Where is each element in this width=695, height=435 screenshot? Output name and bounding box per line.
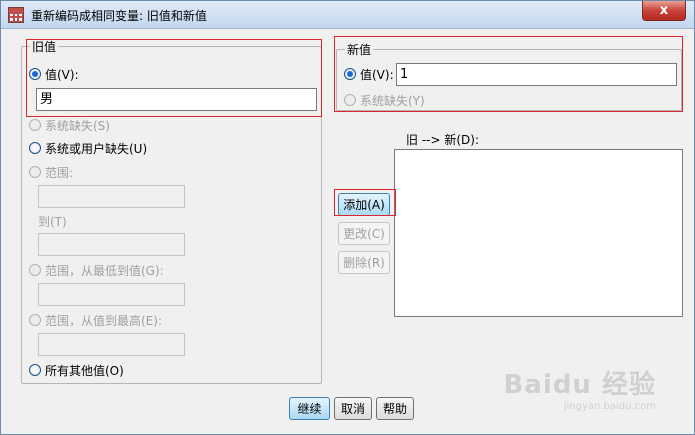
old-system-missing-label: 系统缺失(S) xyxy=(45,118,110,133)
range-from-input[interactable] xyxy=(38,185,185,208)
watermark-url: jingyan.baidu.com xyxy=(563,401,656,412)
range-radio[interactable]: 范围: xyxy=(29,163,73,181)
cancel-button[interactable]: 取消 xyxy=(334,397,372,420)
continue-button[interactable]: 继续 xyxy=(289,397,330,420)
watermark-text: Baidu 经验 xyxy=(503,370,656,400)
radio-button[interactable] xyxy=(29,119,41,131)
help-button[interactable]: 帮助 xyxy=(376,397,414,420)
mapping-list-label: 旧 --> 新(D): xyxy=(406,133,479,147)
old-new-mapping-list[interactable] xyxy=(394,149,683,317)
recode-dialog: 重新编码成相同变量: 旧值和新值 x 旧值 值(V): 男 系统缺失(S) 系统… xyxy=(0,0,695,435)
remove-button[interactable]: 删除(R) xyxy=(338,251,390,274)
all-other-values-radio[interactable]: 所有其他值(O) xyxy=(29,361,124,379)
old-value-highlight xyxy=(26,39,322,117)
baidu-watermark: Baidu 经验 jingyan.baidu.com xyxy=(504,364,656,412)
system-or-user-missing-label: 系统或用户缺失(U) xyxy=(45,141,148,156)
range-lowest-radio[interactable]: 范围，从最低到值(G): xyxy=(29,261,164,279)
range-lowest-label: 范围，从最低到值(G): xyxy=(45,263,164,278)
range-to-label: 到(T) xyxy=(38,215,67,229)
radio-button[interactable] xyxy=(29,364,41,376)
window-title: 重新编码成相同变量: 旧值和新值 xyxy=(31,9,207,23)
radio-button[interactable] xyxy=(29,264,41,276)
range-highest-radio[interactable]: 范围，从值到最高(E): xyxy=(29,311,162,329)
new-value-highlight xyxy=(334,36,683,112)
range-label: 范围: xyxy=(45,165,74,180)
old-system-missing-radio[interactable]: 系统缺失(S) xyxy=(29,116,110,134)
title-bar[interactable]: 重新编码成相同变量: 旧值和新值 x xyxy=(1,1,694,29)
change-button[interactable]: 更改(C) xyxy=(338,222,390,245)
radio-button[interactable] xyxy=(29,314,41,326)
all-other-values-label: 所有其他值(O) xyxy=(45,363,124,378)
range-lowest-input[interactable] xyxy=(38,283,185,306)
spss-table-icon xyxy=(8,7,24,23)
add-button-highlight xyxy=(334,189,396,216)
range-highest-label: 范围，从值到最高(E): xyxy=(45,313,162,328)
range-highest-input[interactable] xyxy=(38,333,185,356)
radio-button[interactable] xyxy=(29,142,41,154)
radio-button[interactable] xyxy=(29,166,41,178)
system-or-user-missing-radio[interactable]: 系统或用户缺失(U) xyxy=(29,139,147,157)
range-to-input[interactable] xyxy=(38,233,185,256)
close-button[interactable]: x xyxy=(642,1,686,21)
